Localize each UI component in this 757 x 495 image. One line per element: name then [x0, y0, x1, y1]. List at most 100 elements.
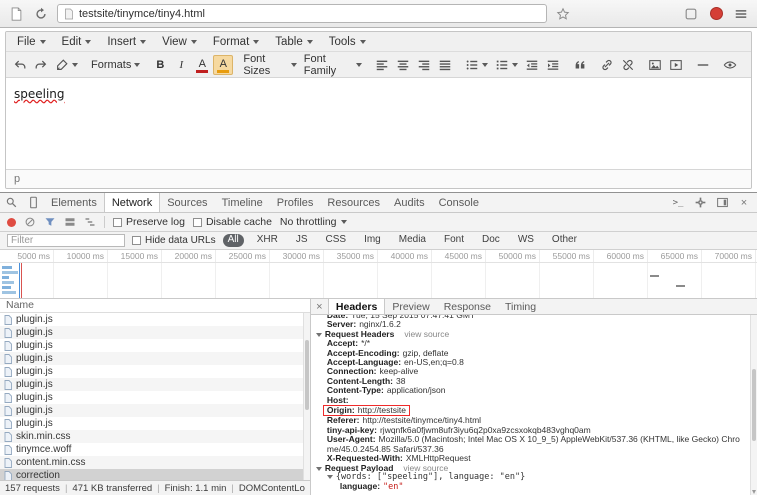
close-details-icon[interactable]: × — [311, 299, 328, 314]
menu-format[interactable]: Format — [205, 32, 267, 51]
devtools-tab-sources[interactable]: Sources — [160, 193, 214, 212]
editor-content-area[interactable]: speeling — [6, 78, 751, 169]
filter-input[interactable] — [7, 234, 125, 247]
details-tab-headers[interactable]: Headers — [328, 299, 385, 314]
media-button[interactable] — [666, 55, 686, 75]
align-right-button[interactable] — [414, 55, 434, 75]
align-left-button[interactable] — [372, 55, 392, 75]
filter-type-xhr[interactable]: XHR — [252, 234, 283, 247]
request-row[interactable]: plugin.js — [0, 417, 310, 430]
large-rows-icon[interactable] — [64, 216, 76, 228]
dock-side-icon[interactable] — [711, 193, 733, 212]
redo-button[interactable] — [31, 55, 51, 75]
throttling-dropdown[interactable]: No throttling — [280, 216, 347, 228]
undo-button[interactable] — [10, 55, 30, 75]
request-row[interactable]: plugin.js — [0, 352, 310, 365]
devtools-tab-console[interactable]: Console — [432, 193, 486, 212]
filter-type-font[interactable]: Font — [439, 234, 469, 247]
details-scrollbar[interactable] — [750, 315, 757, 495]
devtools-tab-elements[interactable]: Elements — [44, 193, 104, 212]
font-family-dropdown[interactable]: Font Family — [301, 55, 365, 75]
unlink-button[interactable] — [618, 55, 638, 75]
menu-insert[interactable]: Insert — [99, 32, 154, 51]
link-button[interactable] — [597, 55, 617, 75]
filter-type-img[interactable]: Img — [359, 234, 386, 247]
filter-type-css[interactable]: CSS — [321, 234, 352, 247]
record-extension-icon[interactable] — [707, 5, 725, 23]
blockquote-button[interactable] — [570, 55, 590, 75]
request-row[interactable]: correction — [0, 469, 310, 480]
request-row[interactable]: plugin.js — [0, 404, 310, 417]
request-row[interactable]: plugin.js — [0, 378, 310, 391]
filter-type-doc[interactable]: Doc — [477, 234, 505, 247]
numbered-list-button[interactable] — [492, 55, 521, 75]
horizontal-rule-button[interactable] — [693, 55, 713, 75]
menu-table[interactable]: Table — [267, 32, 321, 51]
filter-type-other[interactable]: Other — [547, 234, 582, 247]
settings-gear-icon[interactable] — [689, 193, 711, 212]
hide-data-urls-checkbox[interactable]: Hide data URLs — [132, 235, 216, 246]
devtools-tab-profiles[interactable]: Profiles — [270, 193, 321, 212]
align-center-button[interactable] — [393, 55, 413, 75]
filter-type-media[interactable]: Media — [394, 234, 431, 247]
device-toolbar-icon[interactable] — [22, 193, 44, 212]
payload-preview[interactable]: {words: ["speeling"], language: "en"} — [316, 473, 745, 482]
console-drawer-icon[interactable]: >_ — [667, 193, 689, 212]
request-row[interactable]: plugin.js — [0, 365, 310, 378]
scroll-down-arrow-icon[interactable] — [752, 490, 756, 494]
clear-network-log-icon[interactable] — [24, 216, 36, 228]
devtools-tab-audits[interactable]: Audits — [387, 193, 432, 212]
formats-dropdown[interactable]: Formats — [88, 55, 143, 75]
bold-button[interactable]: B — [150, 55, 170, 75]
record-network-log-icon[interactable] — [7, 218, 16, 227]
request-row[interactable]: plugin.js — [0, 326, 310, 339]
indent-button[interactable] — [543, 55, 563, 75]
filter-type-js[interactable]: JS — [291, 234, 313, 247]
devtools-tab-resources[interactable]: Resources — [320, 193, 387, 212]
page-icon[interactable] — [7, 5, 25, 23]
view-source-link[interactable]: view source — [404, 329, 449, 339]
scrollbar-thumb[interactable] — [752, 369, 756, 441]
filter-type-ws[interactable]: WS — [513, 234, 539, 247]
background-color-button[interactable]: A — [213, 55, 233, 75]
request-row[interactable]: plugin.js — [0, 313, 310, 326]
request-row[interactable]: plugin.js — [0, 339, 310, 352]
bookmark-star-icon[interactable] — [554, 5, 572, 23]
image-button[interactable] — [645, 55, 665, 75]
browser-menu-icon[interactable] — [732, 5, 750, 23]
triangle-down-icon[interactable] — [316, 467, 322, 471]
format-painter-button[interactable] — [52, 55, 81, 75]
font-sizes-dropdown[interactable]: Font Sizes — [240, 55, 299, 75]
scrollbar-thumb[interactable] — [305, 340, 309, 410]
outdent-button[interactable] — [522, 55, 542, 75]
request-row[interactable]: content.min.css — [0, 456, 310, 469]
extension-icon[interactable] — [682, 5, 700, 23]
details-tab-response[interactable]: Response — [437, 299, 498, 314]
details-tab-timing[interactable]: Timing — [498, 299, 543, 314]
menu-file[interactable]: File — [9, 32, 54, 51]
preview-button[interactable] — [720, 55, 740, 75]
refresh-icon[interactable] — [32, 5, 50, 23]
menu-tools[interactable]: Tools — [321, 32, 374, 51]
address-bar[interactable]: testsite/tinymce/tiny4.html — [57, 4, 547, 23]
triangle-down-icon[interactable] — [316, 333, 322, 337]
details-tab-preview[interactable]: Preview — [385, 299, 436, 314]
preserve-log-checkbox[interactable]: Preserve log — [113, 216, 185, 228]
request-row[interactable]: tinymce.woff — [0, 443, 310, 456]
request-row[interactable]: skin.min.css — [0, 430, 310, 443]
filter-funnel-icon[interactable] — [44, 216, 56, 228]
request-row[interactable]: plugin.js — [0, 391, 310, 404]
devtools-tab-timeline[interactable]: Timeline — [215, 193, 270, 212]
italic-button[interactable]: I — [171, 55, 191, 75]
text-color-button[interactable]: A — [192, 55, 212, 75]
filter-type-all[interactable]: All — [223, 234, 244, 247]
devtools-close-icon[interactable]: × — [733, 193, 755, 212]
devtools-tab-network[interactable]: Network — [104, 193, 160, 212]
triangle-down-icon[interactable] — [327, 475, 333, 479]
inspect-element-icon[interactable] — [0, 193, 22, 212]
editor-text[interactable]: speeling — [14, 87, 65, 101]
requests-scrollbar[interactable] — [303, 313, 310, 480]
menu-view[interactable]: View — [154, 32, 205, 51]
name-column-header[interactable]: Name — [0, 299, 310, 313]
disable-cache-checkbox[interactable]: Disable cache — [193, 216, 272, 228]
